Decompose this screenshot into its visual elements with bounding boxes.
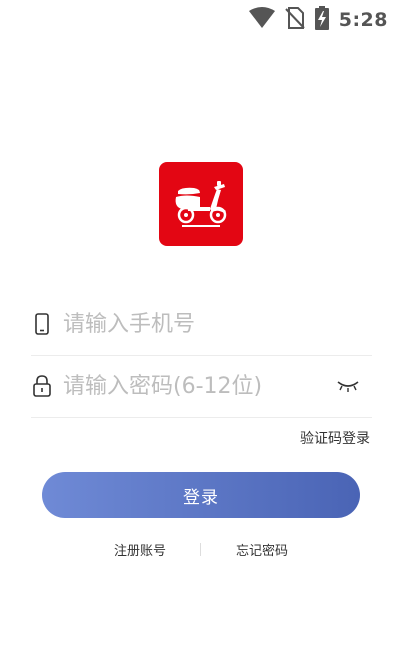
eye-closed-icon[interactable] [336,377,360,397]
status-icons: 5:28 [248,6,388,34]
wifi-icon [248,7,275,33]
phone-icon [31,313,53,335]
app-logo [159,162,243,246]
register-link[interactable]: 注册账号 [114,540,166,559]
password-input[interactable] [61,372,325,400]
footer-links: 注册账号 忘记密码 [0,540,400,560]
battery-charging-icon [314,6,329,34]
scooter-icon [170,175,232,233]
password-field [31,355,372,418]
status-bar: 5:28 [0,0,400,36]
login-button[interactable]: 登录 [42,472,360,518]
divider [200,543,201,556]
sms-login-link[interactable]: 验证码登录 [300,428,370,448]
status-time: 5:28 [338,9,388,31]
phone-field [31,293,372,356]
no-sim-icon [285,7,305,33]
forgot-password-link[interactable]: 忘记密码 [236,540,288,559]
phone-input[interactable] [61,310,325,338]
lock-icon [31,375,53,397]
